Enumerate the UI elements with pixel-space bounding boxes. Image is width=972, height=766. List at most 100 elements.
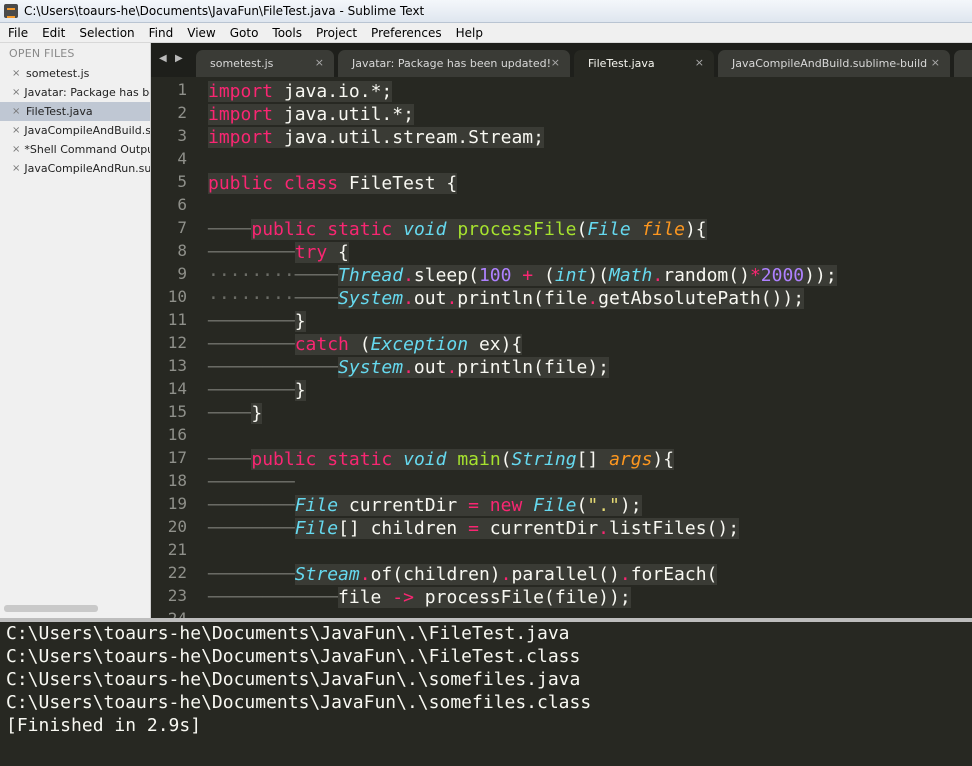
line-number: 18 xyxy=(167,471,187,490)
line-number: 22 xyxy=(167,563,187,582)
line-number: 16 xyxy=(167,425,187,444)
code-line-19: ────────File currentDir = new File("."); xyxy=(208,495,642,516)
tab-label: FileTest.java xyxy=(588,57,655,70)
line-number: 20 xyxy=(167,517,187,536)
tab-next-arrow-icon[interactable]: ▶ xyxy=(175,53,183,64)
sidebar-file-filetest-java[interactable]: × FileTest.java xyxy=(0,102,150,121)
code-line-18: ──────── xyxy=(208,472,295,493)
tab-close-icon[interactable]: × xyxy=(315,56,324,69)
tab-sometest-js[interactable]: sometest.js × xyxy=(196,50,334,77)
line-number: 4 xyxy=(177,149,187,168)
tab-filetest-java[interactable]: FileTest.java × xyxy=(574,50,714,77)
sidebar-file-label: FileTest.java xyxy=(26,105,93,118)
code-line-15: ────} xyxy=(208,403,263,424)
open-files-heading: OPEN FILES xyxy=(9,47,75,60)
code-line-11: ────────} xyxy=(208,311,306,332)
sidebar-file-label: JavaCompileAndRun.sublime-build xyxy=(24,162,151,175)
line-number: 9 xyxy=(177,264,187,283)
close-icon[interactable]: × xyxy=(12,68,22,79)
menu-view[interactable]: View xyxy=(179,26,221,40)
line-number: 13 xyxy=(167,356,187,375)
line-number: 12 xyxy=(167,333,187,352)
menu-preferences[interactable]: Preferences xyxy=(363,26,448,40)
line-number: 2 xyxy=(177,103,187,122)
menu-help[interactable]: Help xyxy=(448,26,489,40)
line-number: 8 xyxy=(177,241,187,260)
code-line-2: import java.util.*; xyxy=(208,104,414,125)
tab-label: JavaCompileAndBuild.sublime-build xyxy=(732,57,928,70)
line-number-gutter: 1 2 3 4 5 6 7 8 9 10 11 12 13 14 15 16 1… xyxy=(151,77,201,618)
sidebar-horizontal-scrollbar[interactable] xyxy=(4,605,98,612)
tab-javatar[interactable]: Javatar: Package has been updated! × xyxy=(338,50,570,77)
build-output-panel[interactable]: C:\Users\toaurs-he\Documents\JavaFun\.\F… xyxy=(0,622,972,766)
code-editor[interactable]: 1 2 3 4 5 6 7 8 9 10 11 12 13 14 15 16 1… xyxy=(151,77,972,618)
menu-bar: File Edit Selection Find View Goto Tools… xyxy=(0,23,972,43)
output-finished-line: [Finished in 2.9s] xyxy=(6,715,202,736)
line-number: 21 xyxy=(167,540,187,559)
line-number: 15 xyxy=(167,402,187,421)
close-icon[interactable]: × xyxy=(12,106,22,117)
close-icon[interactable]: × xyxy=(12,144,20,155)
sidebar-file-javacompileandrun[interactable]: × JavaCompileAndRun.sublime-build xyxy=(0,159,150,178)
menu-edit[interactable]: Edit xyxy=(34,26,71,40)
menu-file[interactable]: File xyxy=(0,26,34,40)
line-number: 11 xyxy=(167,310,187,329)
line-number: 14 xyxy=(167,379,187,398)
tab-bar: ◀ ▶ sometest.js × Javatar: Package has b… xyxy=(151,43,972,77)
line-number: 1 xyxy=(177,80,187,99)
sidebar-file-label: sometest.js xyxy=(26,67,90,80)
menu-find[interactable]: Find xyxy=(141,26,180,40)
line-number: 6 xyxy=(177,195,187,214)
tab-label: Javatar: Package has been updated! xyxy=(352,57,551,70)
sidebar-file-label: Javatar: Package has been updated! xyxy=(24,86,150,99)
output-line: C:\Users\toaurs-he\Documents\JavaFun\.\F… xyxy=(6,646,581,667)
close-icon[interactable]: × xyxy=(12,87,20,98)
output-line: C:\Users\toaurs-he\Documents\JavaFun\.\s… xyxy=(6,669,581,690)
tab-label: sometest.js xyxy=(210,57,274,70)
tab-close-icon[interactable]: × xyxy=(931,56,940,69)
line-number: 10 xyxy=(167,287,187,306)
tab-close-icon[interactable]: × xyxy=(551,56,560,69)
line-number: 24 xyxy=(168,609,187,618)
code-line-13: ────────────System.out.println(file); xyxy=(208,357,609,378)
sidebar-file-label: JavaCompileAndBuild.sublime-build xyxy=(24,124,151,137)
sidebar-file-shell-output[interactable]: × *Shell Command Output xyxy=(0,140,150,159)
sidebar-file-sometest-js[interactable]: × sometest.js xyxy=(0,64,150,83)
output-line: C:\Users\toaurs-he\Documents\JavaFun\.\F… xyxy=(6,623,570,644)
code-line-9: ········────Thread.sleep(100 + (int)(Mat… xyxy=(208,265,837,286)
code-line-10: ········────System.out.println(file.getA… xyxy=(208,288,805,309)
code-line-20: ────────File[] children = currentDir.lis… xyxy=(208,518,740,539)
line-number: 3 xyxy=(177,126,187,145)
tab-overflow[interactable] xyxy=(954,50,972,77)
code-line-8: ────────try { xyxy=(208,242,349,263)
tab-close-icon[interactable]: × xyxy=(695,56,704,69)
code-line-5: public class FileTest { xyxy=(208,173,458,194)
menu-tools[interactable]: Tools xyxy=(264,26,308,40)
sidebar-file-javacompileandbuild[interactable]: × JavaCompileAndBuild.sublime-build xyxy=(0,121,150,140)
tab-javacompileandbuild[interactable]: JavaCompileAndBuild.sublime-build × xyxy=(718,50,950,77)
line-number: 23 xyxy=(167,586,187,605)
menu-goto[interactable]: Goto xyxy=(222,26,265,40)
tab-prev-arrow-icon[interactable]: ◀ xyxy=(159,53,167,64)
menu-selection[interactable]: Selection xyxy=(71,26,140,40)
line-number: 5 xyxy=(177,172,187,191)
sidebar-file-javatar[interactable]: × Javatar: Package has been updated! xyxy=(0,83,150,102)
code-line-14: ────────} xyxy=(208,380,306,401)
code-line-3: import java.util.stream.Stream; xyxy=(208,127,544,148)
code-line-22: ────────Stream.of(children).parallel().f… xyxy=(208,564,718,585)
code-line-23: ────────────file -> processFile(file)); xyxy=(208,587,631,608)
code-line-17: ────public static void main(String[] arg… xyxy=(208,449,675,470)
window-title: C:\Users\toaurs-he\Documents\JavaFun\Fil… xyxy=(24,4,425,18)
output-line: C:\Users\toaurs-he\Documents\JavaFun\.\s… xyxy=(6,692,592,713)
menu-project[interactable]: Project xyxy=(308,26,363,40)
code-line-1: import java.io.*; xyxy=(208,81,393,102)
line-number: 19 xyxy=(167,494,187,513)
close-icon[interactable]: × xyxy=(12,125,20,136)
sidebar-file-label: *Shell Command Output xyxy=(24,143,151,156)
line-number: 17 xyxy=(167,448,187,467)
title-bar: C:\Users\toaurs-he\Documents\JavaFun\Fil… xyxy=(0,0,972,23)
sidebar: OPEN FILES × sometest.js × Javatar: Pack… xyxy=(0,43,151,620)
code-line-7: ────public static void processFile(File … xyxy=(208,219,707,240)
line-number: 7 xyxy=(177,218,187,237)
close-icon[interactable]: × xyxy=(12,163,20,174)
